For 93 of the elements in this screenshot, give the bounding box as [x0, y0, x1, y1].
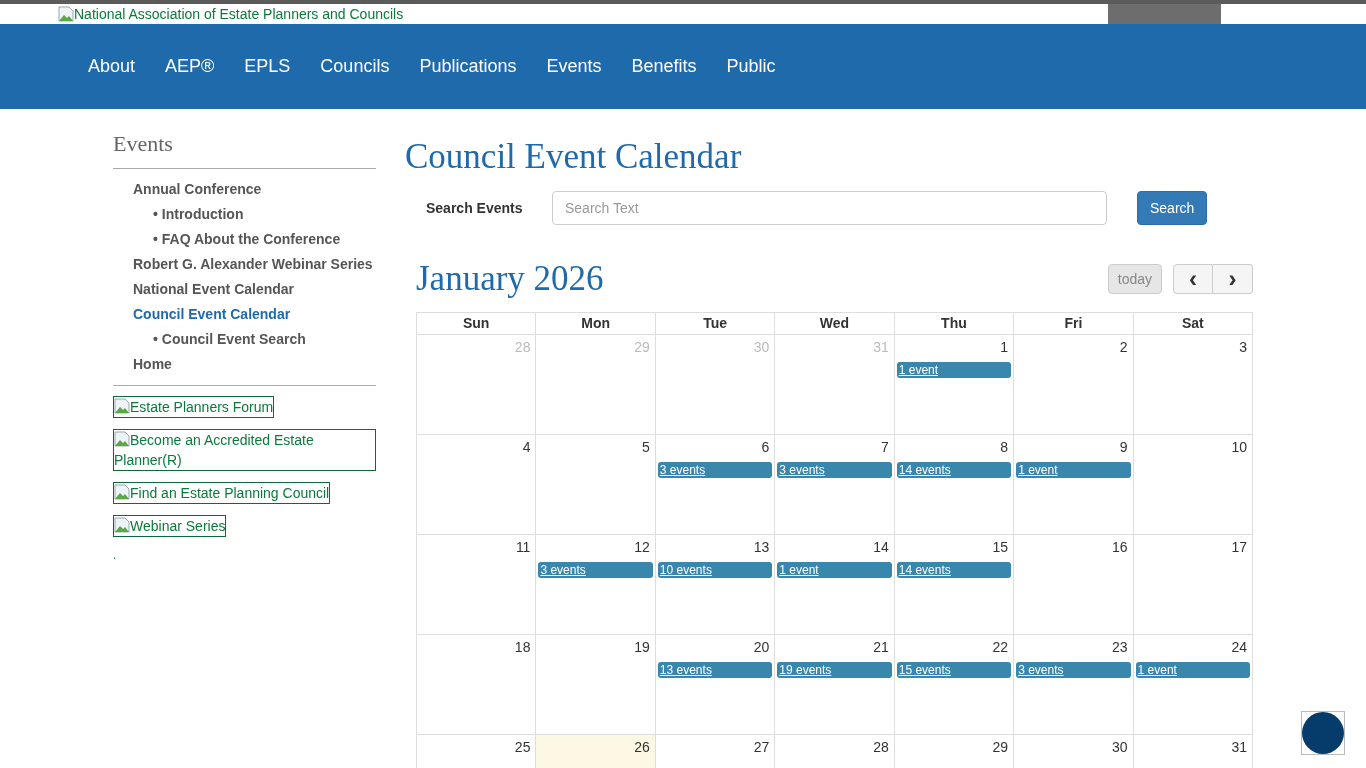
- weekday-header: Wed: [774, 313, 894, 334]
- broken-image-icon: [114, 517, 130, 533]
- broken-image-icon: [58, 6, 74, 22]
- nav-link[interactable]: Events: [546, 53, 602, 80]
- day-number: 31: [873, 338, 890, 357]
- prev-button[interactable]: ‹: [1173, 264, 1213, 294]
- day-number: 18: [514, 638, 532, 657]
- day-number: 25: [514, 738, 532, 757]
- day-number: 29: [992, 738, 1010, 757]
- day-number: 20: [753, 638, 771, 657]
- day-number: 30: [753, 338, 771, 357]
- nav-link[interactable]: About: [88, 53, 136, 80]
- event-link[interactable]: 3 events: [777, 462, 892, 478]
- day-number: 22: [992, 638, 1010, 657]
- event-link[interactable]: 3 events: [538, 562, 653, 578]
- day-number: 12: [634, 538, 651, 557]
- event-link[interactable]: 3 events: [657, 462, 773, 478]
- day-number: 16: [1112, 538, 1129, 557]
- next-button[interactable]: ›: [1213, 264, 1253, 294]
- weekday-header: Thu: [893, 313, 1014, 334]
- day-number: 9: [1119, 438, 1129, 457]
- weekday-header: Sun: [416, 313, 536, 334]
- day-number: 31: [1231, 738, 1248, 757]
- month-title: January 2026: [416, 257, 604, 300]
- nav-link[interactable]: Publications: [419, 53, 517, 80]
- day-number: 1: [1000, 338, 1010, 357]
- day-number: 2: [1119, 338, 1129, 357]
- day-number: 28: [873, 738, 890, 757]
- broken-image-icon: [114, 484, 130, 500]
- day-number: 17: [1231, 538, 1248, 557]
- day-number: 21: [873, 638, 890, 657]
- event-link[interactable]: 15 events: [896, 662, 1012, 678]
- day-number: 8: [1000, 438, 1010, 457]
- sidebar-link[interactable]: National Event Calendar: [113, 277, 376, 302]
- sidebar-link[interactable]: Council Event Calendar: [113, 302, 376, 327]
- banner-link[interactable]: Find an Estate Planning Council: [113, 482, 331, 504]
- sidebar-link[interactable]: • Council Event Search: [113, 327, 376, 352]
- sidebar-link[interactable]: • FAQ About the Conference: [113, 227, 376, 252]
- day-number: 19: [634, 638, 651, 657]
- broken-image-icon: [114, 398, 130, 414]
- day-number: 30: [1112, 738, 1129, 757]
- day-number: 29: [634, 338, 651, 357]
- sidebar-link[interactable]: Home: [113, 352, 376, 377]
- search-label: Search Events: [425, 198, 524, 218]
- banner-link[interactable]: Estate Planners Forum: [113, 396, 275, 418]
- nav-link[interactable]: Public: [726, 53, 776, 80]
- event-link[interactable]: 1 event: [1016, 462, 1131, 478]
- circle-icon: [1302, 712, 1344, 754]
- dot-text: .: [113, 548, 117, 562]
- day-number: 15: [992, 538, 1010, 557]
- weekday-header: Tue: [654, 313, 775, 334]
- weekday-header: Fri: [1013, 313, 1133, 334]
- day-number: 5: [642, 438, 651, 457]
- event-link[interactable]: 10 events: [657, 562, 773, 578]
- event-link[interactable]: 13 events: [657, 662, 773, 678]
- logo-link[interactable]: National Association of Estate Planners and Councils: [58, 4, 404, 24]
- sidebar-link[interactable]: Robert G. Alexander Webinar Series: [113, 252, 376, 277]
- day-number: 10: [1231, 438, 1248, 457]
- event-link[interactable]: 1 event: [896, 362, 1012, 378]
- nav-link[interactable]: Benefits: [631, 53, 697, 80]
- chat-button[interactable]: [1301, 711, 1345, 755]
- sidebar-title: Events: [113, 127, 376, 169]
- event-link[interactable]: 1 event: [1135, 662, 1250, 678]
- event-link[interactable]: 14 events: [896, 562, 1012, 578]
- day-number: 14: [873, 538, 890, 557]
- event-link[interactable]: 3 events: [1016, 662, 1131, 678]
- day-number: 7: [880, 438, 890, 457]
- nav-link[interactable]: EPLS: [244, 53, 291, 80]
- day-number: 4: [522, 438, 532, 457]
- day-number: 3: [1239, 338, 1248, 357]
- day-number: 24: [1231, 638, 1248, 657]
- event-link[interactable]: 1 event: [777, 562, 892, 578]
- banner-link[interactable]: Become an Accredited Estate Planner(R): [113, 429, 376, 471]
- day-number: 13: [753, 538, 771, 557]
- sidebar-link[interactable]: Annual Conference: [113, 177, 376, 202]
- day-number: 26: [634, 738, 651, 757]
- day-number: 27: [753, 738, 771, 757]
- sidebar-link[interactable]: • Introduction: [113, 202, 376, 227]
- nav-link[interactable]: AEP®: [165, 53, 215, 80]
- search-button[interactable]: Search: [1137, 191, 1208, 225]
- event-link[interactable]: 14 events: [896, 462, 1012, 478]
- weekday-header: Mon: [535, 313, 655, 334]
- nav-link[interactable]: Councils: [320, 53, 390, 80]
- banner-link[interactable]: Webinar Series: [113, 515, 227, 537]
- search-field[interactable]: Search Text: [552, 191, 1107, 225]
- weekday-header: Sat: [1132, 313, 1252, 334]
- page-title: Council Event Calendar: [405, 137, 743, 177]
- day-number: 28: [514, 338, 532, 357]
- broken-image-icon: [114, 431, 130, 447]
- day-number: 11: [515, 538, 532, 557]
- event-link[interactable]: 19 events: [777, 662, 892, 678]
- day-number: 6: [761, 438, 771, 457]
- day-number: 23: [1112, 638, 1129, 657]
